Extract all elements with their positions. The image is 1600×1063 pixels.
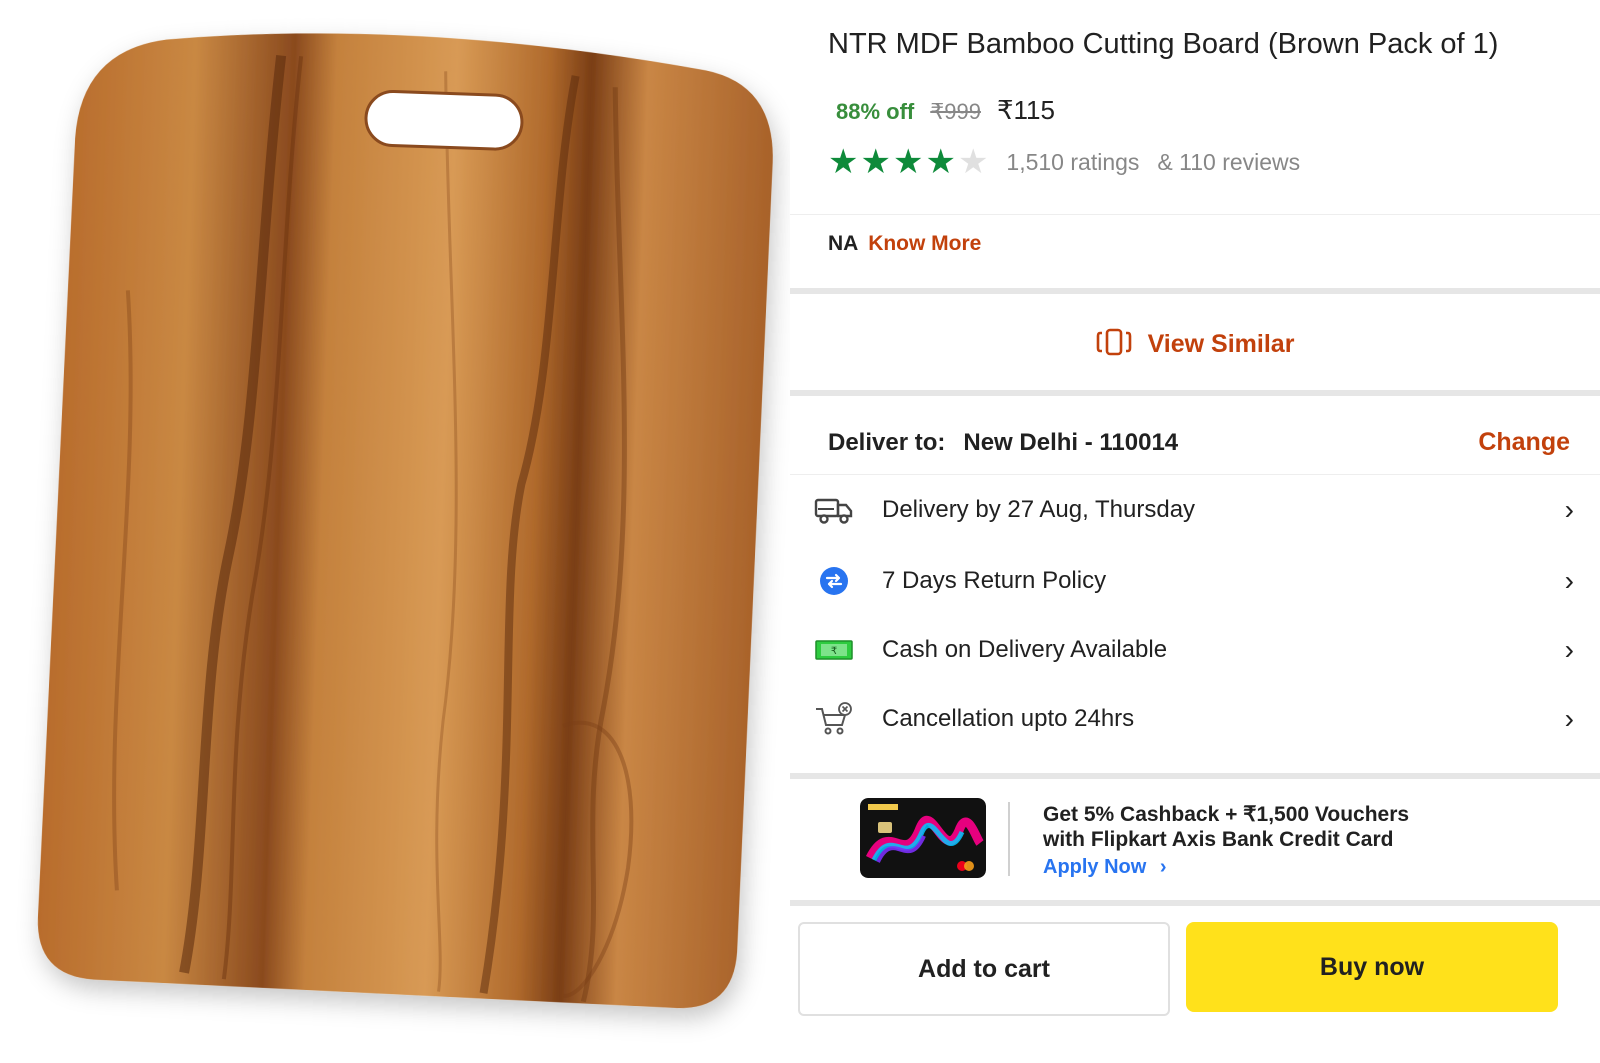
- chevron-right-icon: ›: [1564, 703, 1574, 734]
- section-divider: [790, 390, 1600, 396]
- change-location-button[interactable]: Change: [1478, 428, 1570, 457]
- svg-text:₹: ₹: [831, 646, 837, 657]
- cancellation-row[interactable]: Cancellation upto 24hrs ›: [790, 689, 1600, 749]
- info-na: NA: [828, 232, 859, 255]
- apply-now-label: Apply Now: [1043, 856, 1147, 878]
- section-divider: [790, 900, 1600, 906]
- cart-cancel-icon: [812, 697, 856, 741]
- info-row: NA Know More: [828, 232, 981, 256]
- buy-now-button[interactable]: Buy now: [1186, 922, 1558, 1012]
- star-filled-icon: ★: [828, 143, 859, 181]
- divider: [790, 214, 1600, 215]
- know-more-link[interactable]: Know More: [868, 232, 981, 255]
- offer-line-2: with Flipkart Axis Bank Credit Card: [1043, 828, 1394, 851]
- cutting-board-image: [37, 33, 773, 1009]
- price-row: 88% off ₹999 ₹115: [836, 95, 1055, 126]
- discount-percent: 88% off: [836, 99, 915, 124]
- delivery-location: New Delhi - 110014: [963, 428, 1179, 456]
- star-filled-icon: ★: [860, 143, 891, 181]
- delivery-truck-icon: [812, 488, 856, 532]
- chevron-right-icon: ›: [1159, 856, 1167, 878]
- original-price: ₹999: [930, 99, 981, 124]
- deliver-to-label: Deliver to:: [828, 428, 946, 456]
- chevron-right-icon: ›: [1564, 634, 1574, 665]
- section-divider: [790, 773, 1600, 779]
- chevron-right-icon: ›: [1564, 565, 1574, 596]
- ratings-count: 1,510 ratings: [1006, 148, 1140, 175]
- delivery-date-text: Delivery by 27 Aug, Thursday: [882, 496, 1196, 523]
- return-policy-row[interactable]: 7 Days Return Policy ›: [790, 551, 1600, 611]
- rating-row[interactable]: ★ ★ ★ ★ ★ 1,510 ratings & 110 reviews: [828, 143, 1301, 181]
- divider: [790, 474, 1600, 475]
- offer-line-1: Get 5% Cashback + ₹1,500 Vouchers: [1043, 803, 1410, 826]
- reviews-count: & 110 reviews: [1157, 148, 1301, 175]
- star-filled-icon: ★: [925, 143, 956, 181]
- section-divider: [790, 288, 1600, 294]
- product-details-panel: NTR MDF Bamboo Cutting Board (Brown Pack…: [790, 0, 1600, 1063]
- delivery-date-row[interactable]: Delivery by 27 Aug, Thursday ›: [790, 480, 1600, 540]
- selling-price: ₹115: [996, 95, 1055, 125]
- cash-on-delivery-text: Cash on Delivery Available: [882, 636, 1168, 663]
- cash-on-delivery-row[interactable]: ₹ Cash on Delivery Available ›: [790, 620, 1600, 680]
- return-policy-text: 7 Days Return Policy: [882, 567, 1107, 594]
- cancellation-text: Cancellation upto 24hrs: [882, 705, 1135, 732]
- credit-card-image: [860, 798, 986, 878]
- chevron-right-icon: ›: [1564, 494, 1574, 525]
- product-title: NTR MDF Bamboo Cutting Board (Brown Pack…: [828, 28, 1499, 60]
- view-similar-label: View Similar: [1147, 329, 1295, 358]
- view-similar-icon: [1096, 328, 1132, 361]
- bank-offer-banner[interactable]: Get 5% Cashback + ₹1,500 Vouchers with F…: [790, 782, 1600, 900]
- separator: [1008, 802, 1010, 876]
- return-policy-icon: [812, 559, 856, 603]
- apply-now-link[interactable]: Apply Now ›: [1043, 856, 1167, 879]
- star-empty-icon: ★: [957, 143, 989, 181]
- deliver-to-row: Deliver to: New Delhi - 110014 Change: [828, 428, 1570, 457]
- star-rating: ★ ★ ★ ★ ★: [828, 143, 989, 181]
- add-to-cart-button[interactable]: Add to cart: [798, 922, 1170, 1016]
- product-image[interactable]: [0, 0, 790, 1063]
- view-similar-button[interactable]: View Similar: [790, 298, 1600, 390]
- cash-icon: ₹: [812, 628, 856, 672]
- star-filled-icon: ★: [892, 143, 924, 181]
